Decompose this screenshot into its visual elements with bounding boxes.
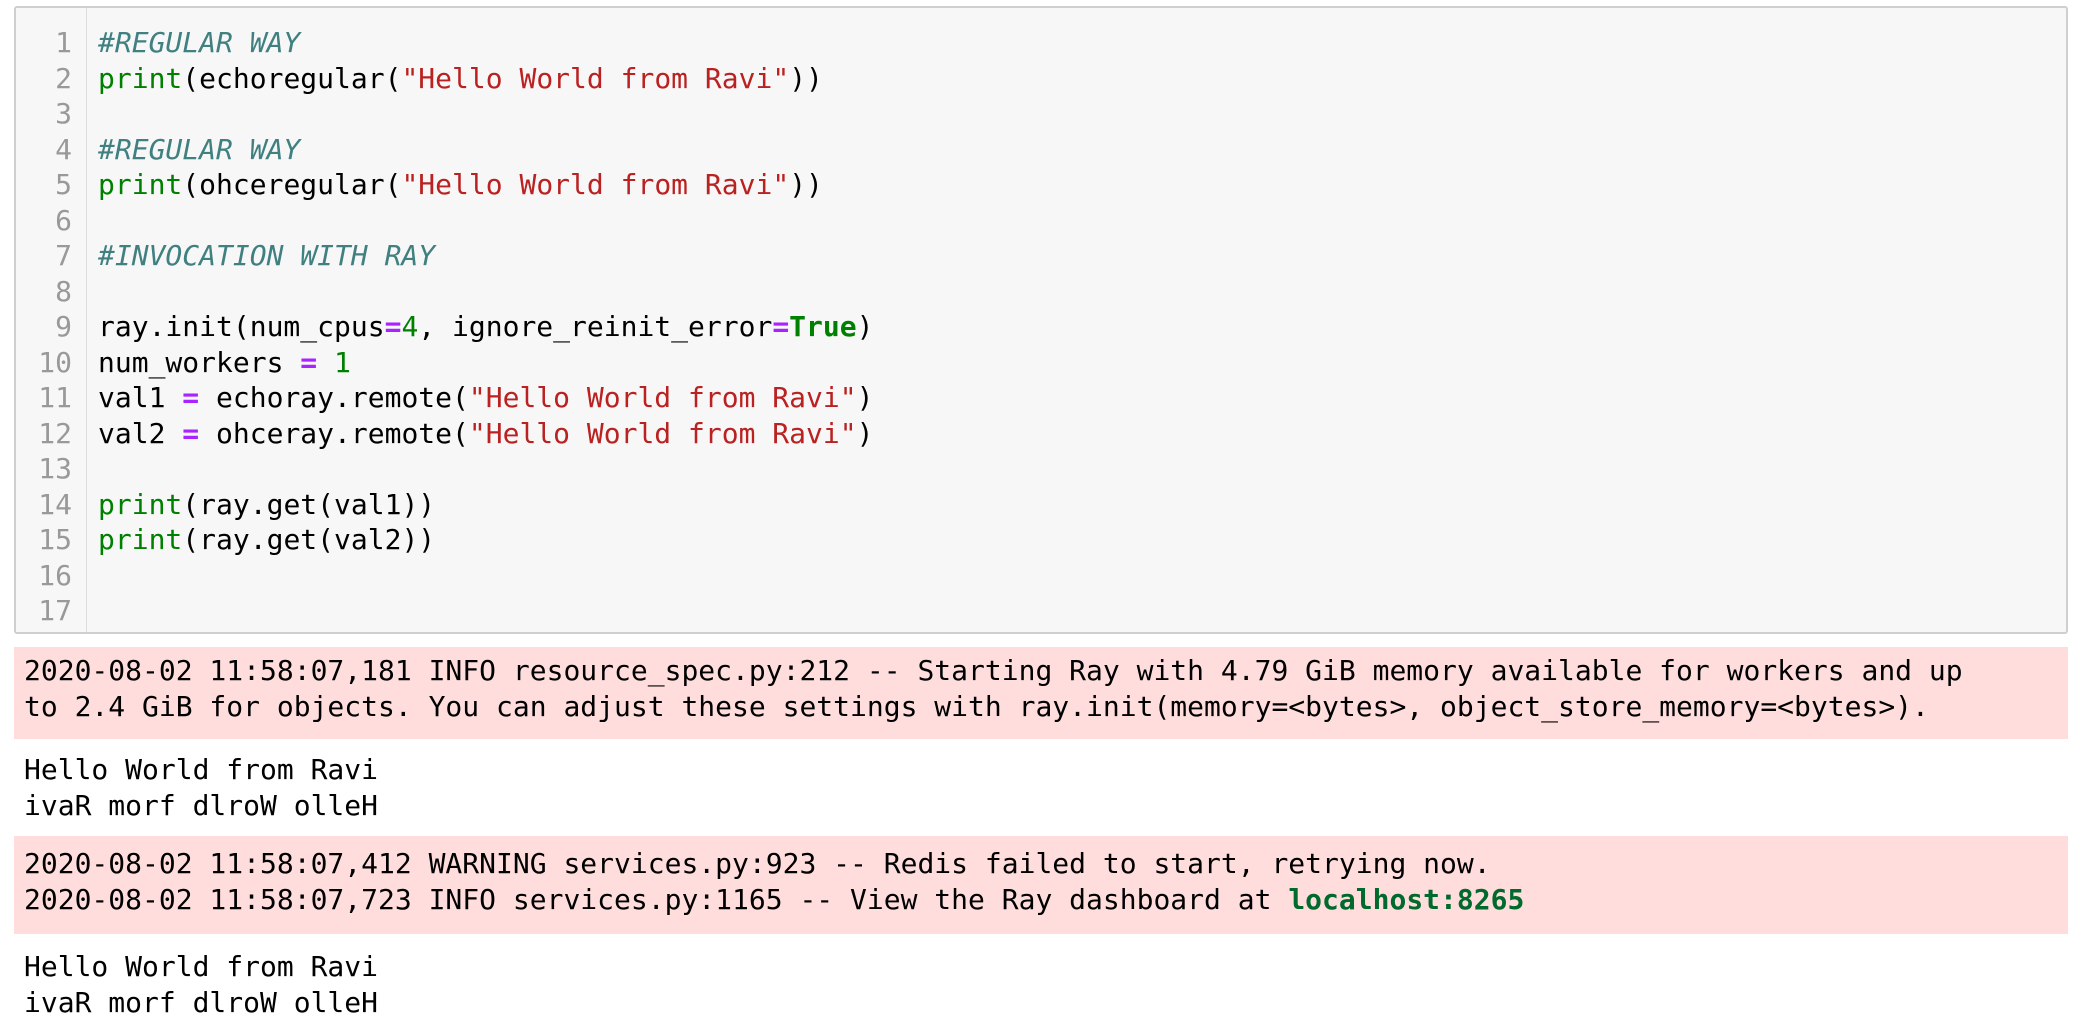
line-number: 12	[38, 416, 72, 450]
code-line[interactable]: print(ohceregular("Hello World from Ravi…	[98, 167, 823, 203]
stdout-line: ivaR morf dlroW olleH	[24, 788, 379, 822]
code-text: (echoregular(	[182, 61, 402, 95]
line-number: 17	[38, 594, 72, 627]
stderr-line: 2020-08-02 11:58:07,412 WARNING services…	[24, 847, 1491, 880]
code-line[interactable]: num_workers = 1	[98, 345, 351, 381]
code-line[interactable]: print(ray.get(val1))	[98, 487, 435, 523]
stderr-line: 2020-08-02 11:58:07,181 INFO resource_sp…	[24, 654, 1963, 687]
line-number: 4	[55, 132, 72, 166]
code-comment: #INVOCATION WITH RAY	[98, 239, 436, 272]
stdout-output-2: Hello World from Ravi ivaR morf dlroW ol…	[14, 947, 2068, 1027]
code-builtin: print	[98, 523, 183, 556]
stderr-line-text: 2020-08-02 11:58:07,723 INFO services.py…	[24, 882, 1289, 916]
code-operator: =	[384, 310, 402, 343]
line-number: 2	[55, 61, 72, 95]
line-number: 14	[38, 487, 72, 521]
code-text: (ray.get(val1))	[182, 487, 436, 521]
line-number: 10	[38, 345, 72, 379]
code-text: ))	[789, 61, 823, 95]
code-cell[interactable]: 1 2 3 4 5 6 7 8 9 10 11 12 13 14 15 16 17 #REGULAR WAY pr…	[14, 6, 2068, 634]
code-comment: #REGULAR WAY	[98, 132, 301, 166]
code-line[interactable]: #REGULAR WAY	[98, 132, 300, 168]
stdout-line: ivaR morf dlroW olleH	[24, 985, 379, 1019]
code-text: (ohceregular(	[182, 168, 402, 201]
code-text: , ignore_reinit_error	[418, 310, 773, 343]
code-text: (ray.get(val2))	[182, 523, 436, 556]
code-text: ohceray.remote(	[199, 416, 469, 450]
code-text: )	[856, 381, 874, 414]
code-line[interactable]: print(echoregular("Hello World from Ravi…	[98, 61, 823, 97]
code-string: "Hello World from Ravi"	[468, 381, 857, 414]
code-text: )	[856, 416, 874, 450]
code-string: "Hello World from Ravi"	[468, 416, 857, 450]
stderr-output-2: 2020-08-02 11:58:07,412 WARNING services…	[14, 836, 2068, 934]
code-builtin: print	[98, 168, 183, 201]
code-line[interactable]: val2 = ohceray.remote("Hello World from …	[98, 416, 873, 452]
code-line[interactable]: val1 = echoray.remote("Hello World from …	[98, 380, 873, 416]
code-line[interactable]: print(ray.get(val2))	[98, 522, 435, 558]
dashboard-link[interactable]: localhost:8265	[1288, 883, 1524, 916]
code-line[interactable]: #INVOCATION WITH RAY	[98, 238, 435, 274]
stderr-line: to 2.4 GiB for objects. You can adjust t…	[24, 689, 1929, 723]
code-line[interactable]: #REGULAR WAY	[98, 25, 300, 61]
code-operator: =	[772, 310, 790, 343]
line-number: 13	[38, 452, 72, 485]
line-number: 16	[38, 558, 72, 592]
code-operator: =	[300, 345, 318, 379]
line-number: 7	[55, 239, 72, 272]
code-string: "Hello World from Ravi"	[401, 61, 790, 95]
code-string: "Hello World from Ravi"	[401, 168, 790, 201]
code-text: ray.init(num_cpus	[98, 310, 385, 343]
stdout-output-1: Hello World from Ravi ivaR morf dlroW ol…	[14, 750, 2068, 830]
line-number: 5	[55, 168, 72, 201]
line-number: 9	[55, 310, 72, 343]
code-builtin: print	[98, 61, 183, 95]
line-number: 6	[55, 203, 72, 237]
code-operator: =	[182, 381, 200, 414]
code-operator: =	[182, 416, 200, 450]
line-number-gutter: 1 2 3 4 5 6 7 8 9 10 11 12 13 14 15 16 17	[16, 8, 87, 632]
stderr-output-1: 2020-08-02 11:58:07,181 INFO resource_sp…	[14, 647, 2068, 739]
code-text: val1	[98, 381, 183, 414]
stdout-line: Hello World from Ravi	[24, 950, 379, 983]
line-number: 1	[55, 26, 72, 59]
code-comment: #REGULAR WAY	[98, 26, 301, 59]
code-text: num_workers	[98, 345, 301, 379]
code-builtin: print	[98, 487, 183, 521]
code-keyword: True	[789, 310, 857, 343]
code-number: 4	[401, 310, 419, 343]
code-text: val2	[98, 416, 183, 450]
stderr-line: 2020-08-02 11:58:07,723 INFO services.py…	[24, 882, 2068, 918]
code-text: echoray.remote(	[199, 381, 469, 414]
line-number: 3	[55, 97, 72, 130]
code-line[interactable]: ray.init(num_cpus=4, ignore_reinit_error…	[98, 309, 873, 345]
line-number: 15	[38, 523, 72, 556]
code-text: ))	[789, 168, 823, 201]
line-number: 8	[55, 274, 72, 308]
code-text: )	[856, 310, 874, 343]
stdout-line: Hello World from Ravi	[24, 753, 379, 786]
line-number: 11	[38, 381, 72, 414]
code-number: 1	[334, 345, 351, 379]
